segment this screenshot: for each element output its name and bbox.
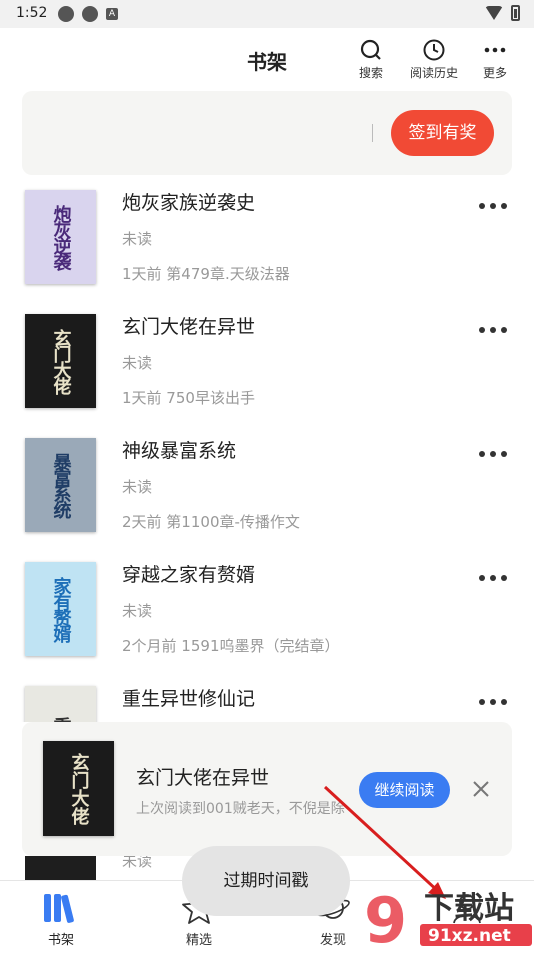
watermark-logo-icon: 9 下载站 91xz.net [364,884,532,954]
book-latest-chapter: 2个月前 1591呜墨界（完结章） [122,637,340,655]
book-title: 玄门大佬在异世 [122,316,256,338]
tab-label: 发现 [319,933,346,948]
book-cover[interactable]: 家有赘婿 [25,562,96,656]
wifi-icon [485,6,503,20]
search-icon [360,39,381,60]
continue-book-title: 玄门大佬在异世 [136,767,270,789]
checkin-banner: 签到有奖 [22,91,512,175]
book-title: 炮灰家族逆袭史 [122,192,256,214]
battery-icon [511,5,520,21]
book-title: 重生异世修仙记 [122,688,256,710]
tab-label: 书架 [47,933,74,948]
cover-title: 重生 [25,686,96,722]
book-more-button[interactable] [479,568,507,588]
book-row[interactable]: 家有赘婿 穿越之家有赘婿 未读 2个月前 1591呜墨界（完结章） [0,558,534,680]
cover-title: 暴富系统 [50,453,72,517]
clock-icon [423,39,445,61]
book-title: 穿越之家有赘婿 [122,564,256,586]
book-latest-chapter: 2天前 第1100章-传播作文 [122,513,300,531]
checkin-button[interactable]: 签到有奖 [391,110,494,156]
book-row[interactable]: 暴富系统 神级暴富系统 未读 2天前 第1100章-传播作文 [0,434,534,556]
book-read-status: 未读 [122,354,153,372]
site-watermark: 9 下载站 91xz.net [362,884,534,954]
app-notification-icon [58,6,74,22]
book-cover[interactable]: 暴富系统 [25,438,96,532]
cover-title: 炮灰逆袭 [50,205,72,269]
book-cover[interactable]: 玄门大佬 [43,741,114,836]
watermark-url: 91xz.net [428,926,511,946]
status-bar: 1:52 A [0,0,534,28]
continue-reading-button[interactable]: 继续阅读 [359,772,450,808]
tab-bookshelf[interactable]: 书架 [21,881,101,951]
book-more-button[interactable] [479,320,507,340]
book-cover[interactable]: 重生 [25,686,96,722]
app-notification-icon [82,6,98,22]
book-row[interactable]: 重生 重生异世修仙记 [0,682,534,722]
book-row[interactable]: 炮灰逆袭 炮灰家族逆袭史 未读 1天前 第479章.天级法器 [0,186,534,308]
book-latest-chapter: 1天前 750早该出手 [122,389,255,407]
close-icon[interactable] [470,778,492,800]
search-button[interactable]: 搜索 [346,38,396,81]
book-read-status: 未读 [122,230,153,248]
book-cover[interactable]: 炮灰逆袭 [25,190,96,284]
continue-progress-text: 上次阅读到001贼老天，不倪是除 [136,801,345,817]
book-read-status: 未读 [122,478,153,496]
status-time: 1:52 [16,5,48,21]
book-read-status: 未读 [122,602,153,620]
book-latest-chapter: 1天前 第479章.天级法器 [122,265,290,283]
toast-message: 过期时间戳 [182,846,350,916]
app-header: 书架 搜索 阅读历史 更多 [0,28,534,90]
watermark-number: 9 [364,884,407,950]
history-button[interactable]: 阅读历史 [404,38,464,81]
more-button[interactable]: 更多 [470,38,520,81]
continue-reading-card[interactable]: 玄门大佬 玄门大佬在异世 上次阅读到001贼老天，不倪是除 继续阅读 [22,722,512,856]
a-notification-icon: A [106,8,118,20]
more-label: 更多 [482,66,507,80]
book-title: 神级暴富系统 [122,440,237,462]
cover-title: 玄门大佬 [68,752,90,825]
cover-title: 家有赘婿 [50,577,72,641]
book-row[interactable]: 玄门大佬 玄门大佬在异世 未读 1天前 750早该出手 [0,310,534,432]
watermark-title: 下载站 [424,891,514,926]
tab-label: 精选 [185,933,212,948]
divider [372,124,373,142]
history-label: 阅读历史 [409,66,458,80]
book-more-button[interactable] [479,444,507,464]
book-cover [25,856,96,880]
bookshelf-icon [44,894,74,923]
search-label: 搜索 [358,66,383,80]
status-notification-icons: A [58,6,118,22]
cover-title: 玄门大佬 [50,329,72,393]
book-cover[interactable]: 玄门大佬 [25,314,96,408]
more-dots-icon [484,47,506,53]
book-more-button[interactable] [479,692,507,712]
book-more-button[interactable] [479,196,507,216]
